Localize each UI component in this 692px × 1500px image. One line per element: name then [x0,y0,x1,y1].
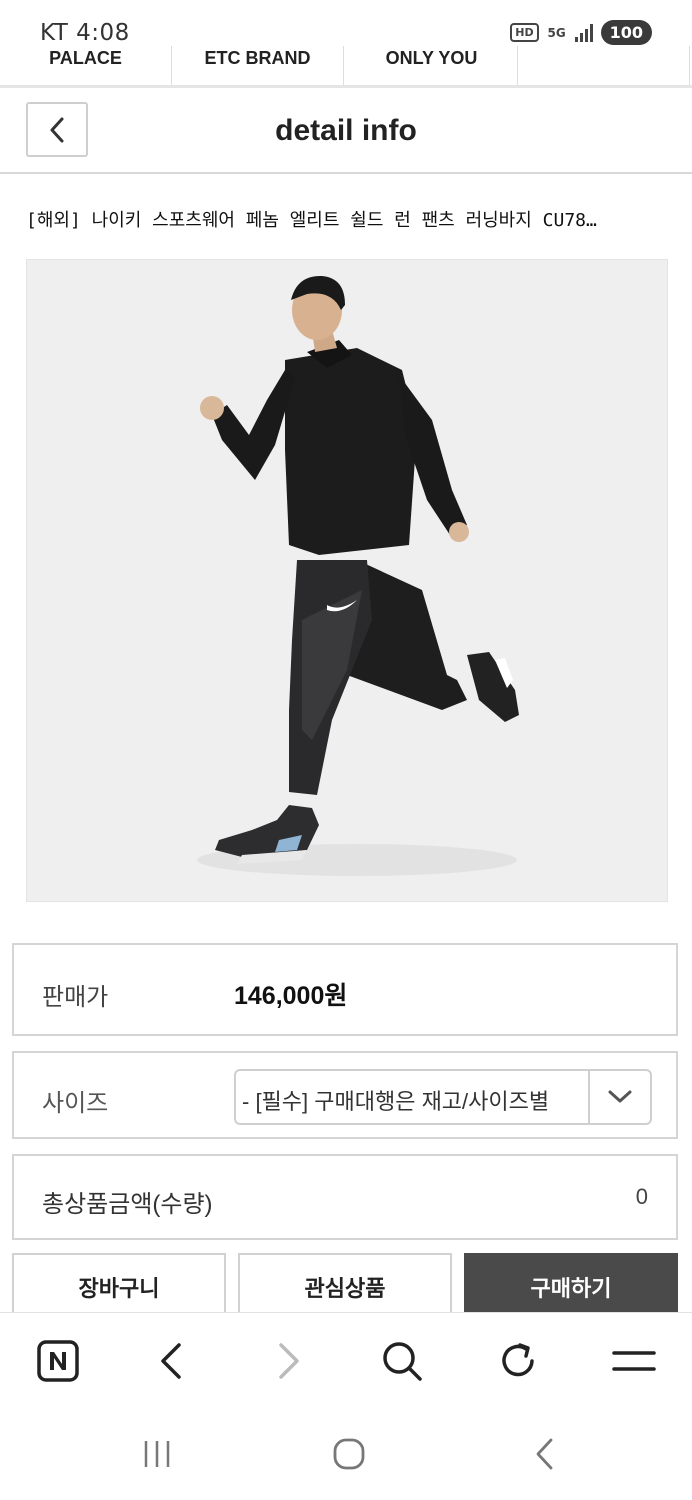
naver-home-icon [37,1340,79,1382]
product-image [26,259,668,902]
price-label: 판매가 [42,984,109,1011]
wishlist-button[interactable]: 관심상품 [238,1253,452,1315]
battery-icon: 100 [600,20,652,45]
chevron-down-icon [608,1090,632,1103]
browser-toolbar [0,1312,692,1408]
system-back-button[interactable] [520,1432,570,1476]
carrier-time: KT 4:08 [40,20,130,46]
home-button[interactable] [324,1432,374,1476]
total-quantity: 0 [635,1184,648,1209]
5g-icon: 5G [547,25,566,40]
product-title: [해외] 나이키 스포츠웨어 페놈 엘리트 쉴드 런 팬츠 러닝바지 CU78… [26,210,597,231]
size-select[interactable]: - [필수] 구매대행은 재고/사이즈별 [234,1069,652,1125]
home-icon [333,1438,365,1470]
brand-item-only-you[interactable]: ONLY YOU [346,46,518,85]
search-icon [383,1342,422,1381]
recent-apps-button[interactable] [132,1432,182,1476]
browser-back-button[interactable] [146,1335,198,1387]
system-back-icon [536,1438,553,1470]
signal-icon [574,23,593,42]
status-icons: HD 5G 100 [510,20,652,45]
recent-apps-icon [144,1441,170,1467]
brand-item-empty[interactable] [518,46,690,85]
page-title: detail info [275,114,417,147]
size-selected-value: - [필수] 구매대행은 재고/사이즈별 [242,1089,550,1114]
browser-search-button[interactable] [376,1335,428,1387]
system-nav-bar [0,1408,692,1500]
add-to-cart-button[interactable]: 장바구니 [12,1253,226,1315]
hd-icon: HD [510,23,539,42]
back-icon [161,1343,181,1379]
forward-icon [279,1343,299,1379]
total-label: 총상품금액(수량) [42,1191,213,1218]
size-box: 사이즈 - [필수] 구매대행은 재고/사이즈별 [12,1051,678,1139]
price-box: 판매가 146,000원 [12,943,678,1036]
size-dropdown-toggle[interactable] [588,1071,650,1123]
total-box: 총상품금액(수량) 0 [12,1154,678,1240]
browser-forward-button[interactable] [262,1335,314,1387]
refresh-icon [502,1343,534,1377]
buy-now-button[interactable]: 구매하기 [464,1253,678,1315]
browser-menu-button[interactable] [608,1335,660,1387]
brand-item-etc[interactable]: ETC BRAND [172,46,344,85]
browser-refresh-button[interactable] [492,1335,544,1387]
size-label: 사이즈 [42,1090,109,1117]
runner-illustration [197,275,519,876]
naver-home-button[interactable] [32,1335,84,1387]
page-header: detail info [0,88,692,174]
brand-strip: PALACE ETC BRAND ONLY YOU [0,46,692,88]
menu-icon [612,1351,656,1371]
brand-item-palace[interactable]: PALACE [0,46,172,85]
price-value: 146,000원 [234,982,348,1010]
